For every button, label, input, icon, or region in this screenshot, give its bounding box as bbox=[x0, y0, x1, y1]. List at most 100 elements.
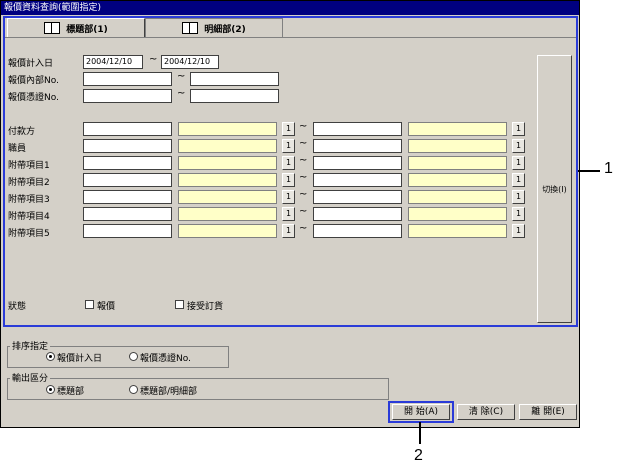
tab-detail[interactable]: 明細部(2) bbox=[145, 18, 283, 37]
callout-1-number: 1 bbox=[604, 160, 613, 177]
range-from-code[interactable] bbox=[83, 173, 172, 187]
internal-no-label: 報價內部No. bbox=[8, 76, 59, 86]
range-to-name bbox=[408, 173, 507, 187]
range-from-name bbox=[178, 207, 277, 221]
range-from-name bbox=[178, 224, 277, 238]
callout-1-line bbox=[578, 170, 600, 172]
range-tilde: ~ bbox=[299, 189, 308, 200]
range-from-code[interactable] bbox=[83, 207, 172, 221]
sort-date-radio[interactable] bbox=[46, 352, 55, 361]
range-from-code[interactable] bbox=[83, 190, 172, 204]
sort-regno-radio[interactable] bbox=[129, 352, 138, 361]
sort-group-title: 排序指定 bbox=[10, 339, 51, 352]
sort-date-label: 報價計入日 bbox=[57, 354, 103, 364]
range-to-search-button[interactable]: 1 bbox=[512, 156, 525, 170]
callout-2-line bbox=[419, 422, 421, 444]
range-from-code[interactable] bbox=[83, 224, 172, 238]
date-to-input[interactable]: 2004/12/10 bbox=[161, 55, 219, 69]
range-to-name bbox=[408, 139, 507, 153]
status-order-checkbox[interactable] bbox=[175, 300, 184, 309]
range-from-search-button[interactable]: 1 bbox=[282, 207, 295, 221]
internal-no-to-input[interactable] bbox=[190, 72, 279, 86]
book-icon bbox=[44, 22, 61, 34]
range-tilde: ~ bbox=[299, 121, 308, 132]
range-tilde: ~ bbox=[299, 172, 308, 183]
switch-button[interactable]: 切換(I) bbox=[537, 55, 572, 323]
range-to-code[interactable] bbox=[313, 156, 402, 170]
range-to-name bbox=[408, 224, 507, 238]
range-to-code[interactable] bbox=[313, 224, 402, 238]
internal-no-tilde: ~ bbox=[177, 71, 186, 82]
range-to-code[interactable] bbox=[313, 207, 402, 221]
range-to-search-button[interactable]: 1 bbox=[512, 139, 525, 153]
range-row-label: 附帶項目5 bbox=[8, 229, 50, 239]
range-to-search-button[interactable]: 1 bbox=[512, 122, 525, 136]
range-from-name bbox=[178, 173, 277, 187]
sort-regno-label: 報價憑證No. bbox=[140, 354, 191, 364]
status-order-label: 接受訂貨 bbox=[187, 302, 224, 312]
tab-header-label: 標題部(1) bbox=[66, 24, 108, 35]
range-tilde: ~ bbox=[299, 138, 308, 149]
document-icon bbox=[182, 22, 199, 34]
date-from-input[interactable]: 2004/12/10 bbox=[83, 55, 143, 69]
internal-no-from-input[interactable] bbox=[83, 72, 172, 86]
clear-button[interactable]: 清 除(C) bbox=[457, 404, 515, 420]
range-to-name bbox=[408, 122, 507, 136]
range-to-search-button[interactable]: 1 bbox=[512, 224, 525, 238]
output-group-title: 輸出區分 bbox=[10, 371, 51, 384]
reg-no-tilde: ~ bbox=[177, 88, 186, 99]
range-to-name bbox=[408, 207, 507, 221]
range-to-name bbox=[408, 156, 507, 170]
range-from-code[interactable] bbox=[83, 156, 172, 170]
status-quote-checkbox[interactable] bbox=[85, 300, 94, 309]
range-from-name bbox=[178, 122, 277, 136]
range-to-code[interactable] bbox=[313, 190, 402, 204]
tab-header[interactable]: 標題部(1) bbox=[7, 18, 145, 37]
range-to-code[interactable] bbox=[313, 139, 402, 153]
range-tilde: ~ bbox=[299, 223, 308, 234]
start-button[interactable]: 開 始(A) bbox=[392, 404, 450, 420]
range-from-search-button[interactable]: 1 bbox=[282, 224, 295, 238]
range-from-search-button[interactable]: 1 bbox=[282, 139, 295, 153]
reg-no-to-input[interactable] bbox=[190, 89, 279, 103]
tab-divider bbox=[5, 37, 577, 38]
reg-no-label: 報價憑證No. bbox=[8, 93, 59, 103]
range-to-code[interactable] bbox=[313, 173, 402, 187]
range-row-label: 附帶項目4 bbox=[8, 212, 50, 222]
status-label: 狀態 bbox=[8, 302, 27, 312]
range-from-search-button[interactable]: 1 bbox=[282, 122, 295, 136]
output-both-label: 標題部/明細部 bbox=[140, 387, 198, 397]
range-to-code[interactable] bbox=[313, 122, 402, 136]
range-row-label: 附帶項目3 bbox=[8, 195, 50, 205]
status-quote-label: 報價 bbox=[97, 302, 116, 312]
tab-detail-label: 明細部(2) bbox=[204, 24, 246, 35]
range-row-label: 附帶項目1 bbox=[8, 161, 50, 171]
range-from-search-button[interactable]: 1 bbox=[282, 173, 295, 187]
date-tilde: ~ bbox=[149, 54, 158, 65]
range-row-label: 附帶項目2 bbox=[8, 178, 50, 188]
range-from-search-button[interactable]: 1 bbox=[282, 190, 295, 204]
range-from-name bbox=[178, 139, 277, 153]
range-from-code[interactable] bbox=[83, 122, 172, 136]
output-header-radio[interactable] bbox=[46, 385, 55, 394]
range-row-label: 付款方 bbox=[8, 127, 36, 137]
range-from-name bbox=[178, 156, 277, 170]
close-button[interactable]: 離 開(E) bbox=[519, 404, 577, 420]
range-from-code[interactable] bbox=[83, 139, 172, 153]
window-title: 報價資料查詢(範圍指定) bbox=[1, 1, 579, 15]
range-to-search-button[interactable]: 1 bbox=[512, 173, 525, 187]
output-both-radio[interactable] bbox=[129, 385, 138, 394]
range-from-search-button[interactable]: 1 bbox=[282, 156, 295, 170]
range-tilde: ~ bbox=[299, 206, 308, 217]
range-to-search-button[interactable]: 1 bbox=[512, 190, 525, 204]
range-from-name bbox=[178, 190, 277, 204]
range-tilde: ~ bbox=[299, 155, 308, 166]
query-window: 報價資料查詢(範圍指定) 標題部(1) 明細部(2) 報價計入日 2004/12… bbox=[0, 0, 580, 428]
range-to-search-button[interactable]: 1 bbox=[512, 207, 525, 221]
output-header-label: 標題部 bbox=[57, 387, 85, 397]
reg-no-from-input[interactable] bbox=[83, 89, 172, 103]
switch-button-label: 切換(I) bbox=[542, 184, 567, 194]
callout-2-number: 2 bbox=[414, 447, 423, 464]
range-row-label: 職員 bbox=[8, 144, 27, 154]
range-to-name bbox=[408, 190, 507, 204]
